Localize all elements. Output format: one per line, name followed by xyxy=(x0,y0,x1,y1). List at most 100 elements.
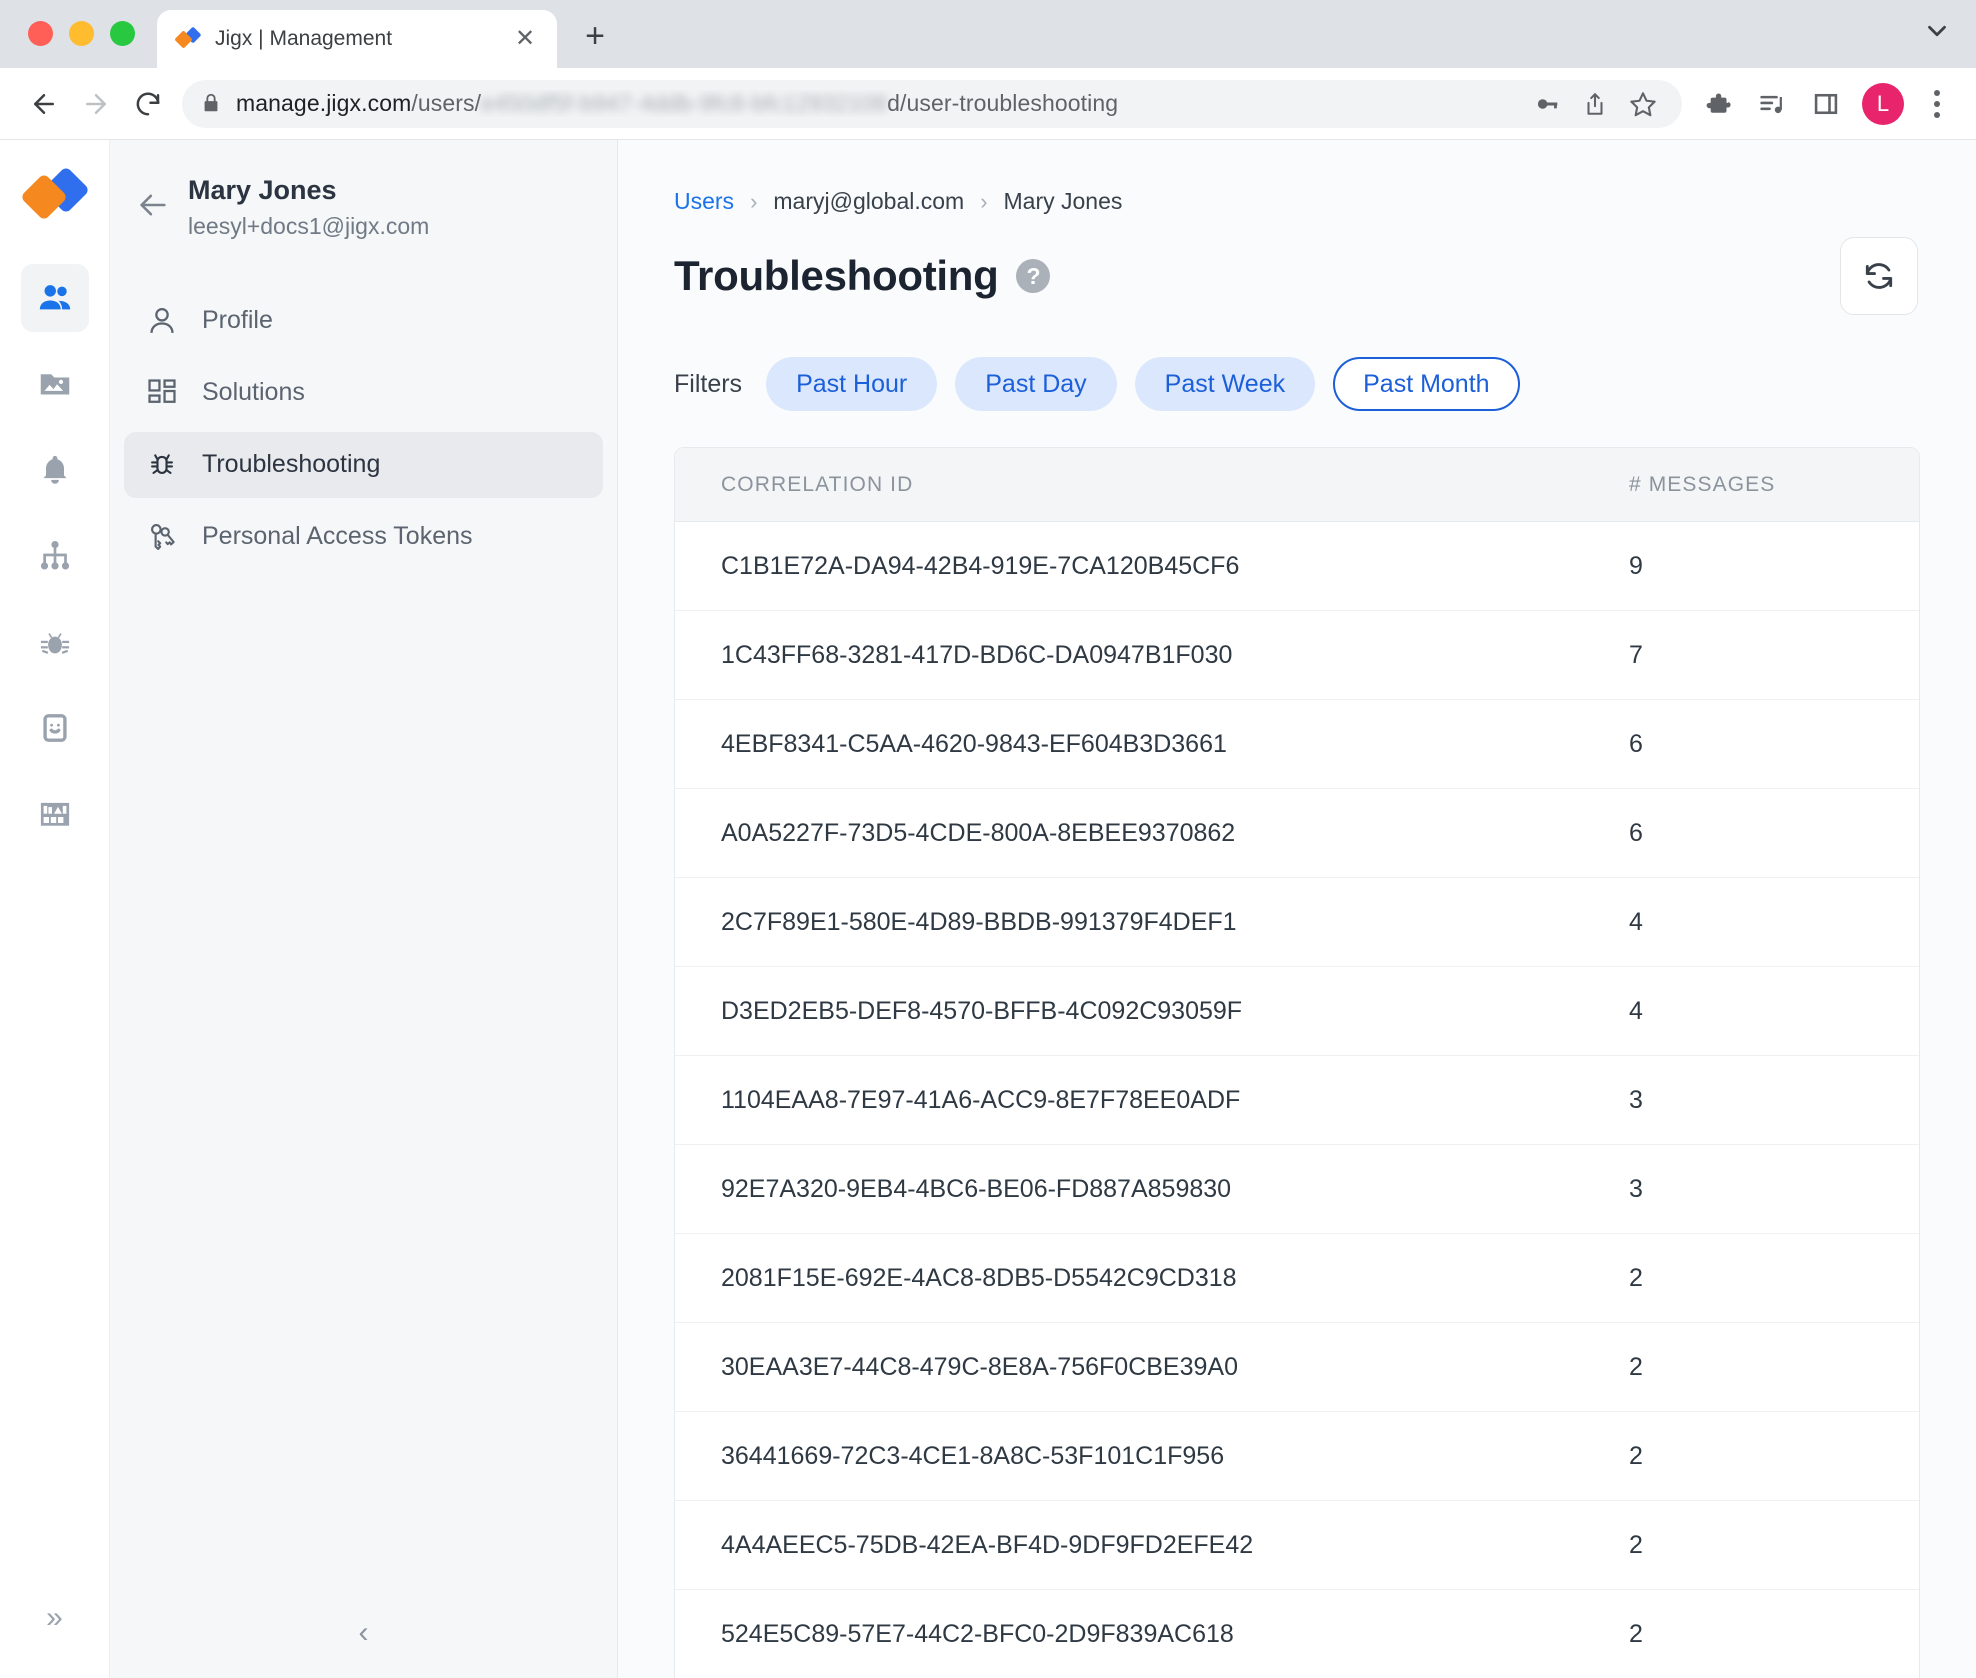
bug-icon xyxy=(144,447,180,483)
table-body: C1B1E72A-DA94-42B4-919E-7CA120B45CF6 9 1C4… xyxy=(675,522,1919,1678)
table-row[interactable]: 92E7A320-9EB4-4BC6-BE06-FD887A859830 3 xyxy=(675,1145,1919,1234)
keys-icon xyxy=(144,519,180,555)
back-arrow-icon[interactable] xyxy=(136,188,170,222)
sidebar-item-media[interactable] xyxy=(21,350,89,418)
device-smiley-icon xyxy=(38,711,72,745)
star-icon[interactable] xyxy=(1622,83,1664,125)
cell-messages: 2 xyxy=(1629,1530,1643,1559)
breadcrumb: Users › maryj@global.com › Mary Jones xyxy=(674,188,1920,215)
page-title: Troubleshooting xyxy=(674,252,999,299)
window-controls xyxy=(0,21,135,68)
sidebar-item-troubleshooting[interactable]: Troubleshooting xyxy=(124,431,603,498)
user-summary: Mary Jones leesyl+docs1@jigx.com xyxy=(188,174,429,242)
bell-icon xyxy=(37,452,73,488)
user-name: Mary Jones xyxy=(188,175,337,205)
close-icon[interactable]: ✕ xyxy=(511,25,539,53)
table-row[interactable]: 1C43FF68-3281-417D-BD6C-DA0947B1F030 7 xyxy=(675,611,1919,700)
address-bar[interactable]: manage.jigx.com/users/e450df5f-b947-4ddb… xyxy=(182,79,1682,128)
sidebar-item-label: Personal Access Tokens xyxy=(202,522,473,551)
sidebar-item-organization[interactable] xyxy=(21,522,89,590)
table-row[interactable]: A0A5227F-73D5-4CDE-800A-8EBEE9370862 6 xyxy=(675,789,1919,878)
page-header: Troubleshooting ? xyxy=(674,237,1920,315)
breadcrumb-link-users[interactable]: Users xyxy=(674,188,734,215)
app-body: » Mary Jones leesyl+docs1@jigx.com Profi… xyxy=(0,140,1976,1678)
bookshelf-icon xyxy=(37,796,73,832)
reload-button[interactable] xyxy=(122,78,174,130)
sidebar-item-solutions[interactable]: Solutions xyxy=(124,360,603,426)
filters-row: Filters Past Hour Past Day Past Week Pas… xyxy=(674,357,1920,411)
chevron-down-icon[interactable] xyxy=(1922,16,1952,46)
table-row[interactable]: 2081F15E-692E-4AC8-8DB5-D5542C9CD318 2 xyxy=(675,1234,1919,1323)
collapse-subnav-button[interactable]: ‹ xyxy=(110,1588,617,1678)
refresh-button[interactable] xyxy=(1840,237,1918,315)
close-window-button[interactable] xyxy=(28,21,53,46)
breadcrumb-item-email[interactable]: maryj@global.com xyxy=(773,188,964,215)
cell-correlation-id: 2081F15E-692E-4AC8-8DB5-D5542C9CD318 xyxy=(721,1263,1237,1292)
user-email: leesyl+docs1@jigx.com xyxy=(188,212,430,239)
extensions-icon[interactable] xyxy=(1694,80,1742,128)
table-row[interactable]: 4EBF8341-C5AA-4620-9843-EF604B3D3661 6 xyxy=(675,700,1919,789)
url-domain: manage.jigx.com xyxy=(236,90,412,116)
media-playlist-icon[interactable] xyxy=(1748,80,1796,128)
filter-past-hour[interactable]: Past Hour xyxy=(766,357,938,411)
sidebar-item-profile[interactable]: Profile xyxy=(124,288,603,354)
filter-past-day[interactable]: Past Day xyxy=(955,357,1117,411)
maximize-window-button[interactable] xyxy=(110,21,135,46)
sidebar-item-personal-access-tokens[interactable]: Personal Access Tokens xyxy=(124,504,603,570)
sitemap-icon xyxy=(37,538,73,574)
filter-past-week[interactable]: Past Week xyxy=(1134,357,1316,411)
key-icon[interactable] xyxy=(1526,83,1568,125)
main-inner: Users › maryj@global.com › Mary Jones Tr… xyxy=(618,140,1976,1678)
troubleshooting-table: CORRELATION ID # MESSAGES C1B1E72A-DA94-… xyxy=(674,447,1920,1678)
secondary-nav: Mary Jones leesyl+docs1@jigx.com Profile… xyxy=(110,140,618,1678)
back-button[interactable] xyxy=(18,78,70,130)
column-header-correlation-id[interactable]: CORRELATION ID xyxy=(675,473,1619,497)
jigx-logo-icon[interactable] xyxy=(19,165,90,222)
sidebar-item-debug[interactable] xyxy=(21,608,89,676)
table-row[interactable]: 4A4AEEC5-75DB-42EA-BF4D-9DF9FD2EFE42 2 xyxy=(675,1501,1919,1590)
cell-correlation-id: 92E7A320-9EB4-4BC6-BE06-FD887A859830 xyxy=(721,1174,1232,1203)
cell-messages: 6 xyxy=(1629,818,1643,847)
browser-toolbar: manage.jigx.com/users/e450df5f-b947-4ddb… xyxy=(0,68,1976,140)
column-header-messages[interactable]: # MESSAGES xyxy=(1619,473,1919,497)
primary-nav-rail: » xyxy=(0,140,110,1678)
cell-messages: 7 xyxy=(1629,640,1643,669)
table-row[interactable]: C1B1E72A-DA94-42B4-919E-7CA120B45CF6 9 xyxy=(675,522,1919,611)
table-row[interactable]: D3ED2EB5-DEF8-4570-BFFB-4C092C93059F 4 xyxy=(675,967,1919,1056)
help-icon[interactable]: ? xyxy=(1016,259,1051,293)
share-icon[interactable] xyxy=(1574,83,1616,125)
url-path: /users/ xyxy=(411,90,482,116)
cell-messages: 2 xyxy=(1629,1352,1643,1381)
cell-correlation-id: 36441669-72C3-4CE1-8A8C-53F101C1F956 xyxy=(721,1441,1225,1470)
table-row[interactable]: 2C7F89E1-580E-4D89-BBDB-991379F4DEF1 4 xyxy=(675,878,1919,967)
sidebar-item-label: Troubleshooting xyxy=(202,450,381,479)
sidebar-item-notifications[interactable] xyxy=(21,436,89,504)
subnav-items: Profile Solutions Troubleshooting Person… xyxy=(110,288,617,570)
cell-messages: 4 xyxy=(1629,907,1643,936)
sidebar-item-devices[interactable] xyxy=(21,694,89,762)
jigx-logo-icon xyxy=(175,26,201,52)
table-row[interactable]: 36441669-72C3-4CE1-8A8C-53F101C1F956 2 xyxy=(675,1412,1919,1501)
cell-messages: 3 xyxy=(1629,1085,1643,1114)
cell-messages: 2 xyxy=(1629,1263,1643,1292)
url-suffix: d/user-troubleshooting xyxy=(887,90,1119,116)
cell-messages: 6 xyxy=(1629,729,1643,758)
lock-icon xyxy=(200,91,222,117)
table-row[interactable]: 524E5C89-57E7-44C2-BFC0-2D9F839AC618 2 xyxy=(675,1590,1919,1678)
avatar[interactable]: L xyxy=(1862,82,1904,125)
minimize-window-button[interactable] xyxy=(69,21,94,46)
cell-messages: 3 xyxy=(1629,1174,1643,1203)
browser-menu-button[interactable] xyxy=(1916,80,1958,128)
table-row[interactable]: 1104EAA8-7E97-41A6-ACC9-8E7F78EE0ADF 3 xyxy=(675,1056,1919,1145)
expand-rail-button[interactable]: » xyxy=(21,1584,89,1652)
browser-tab[interactable]: Jigx | Management ✕ xyxy=(157,10,557,68)
tab-title: Jigx | Management xyxy=(215,27,393,50)
new-tab-button[interactable]: + xyxy=(573,14,617,58)
filters-label: Filters xyxy=(674,369,743,398)
filter-past-month[interactable]: Past Month xyxy=(1333,357,1520,411)
sidebar-item-library[interactable] xyxy=(21,780,89,848)
side-panel-icon[interactable] xyxy=(1802,80,1850,128)
forward-button[interactable] xyxy=(70,78,122,130)
table-row[interactable]: 30EAA3E7-44C8-479C-8E8A-756F0CBE39A0 2 xyxy=(675,1323,1919,1412)
sidebar-item-users[interactable] xyxy=(20,264,89,332)
